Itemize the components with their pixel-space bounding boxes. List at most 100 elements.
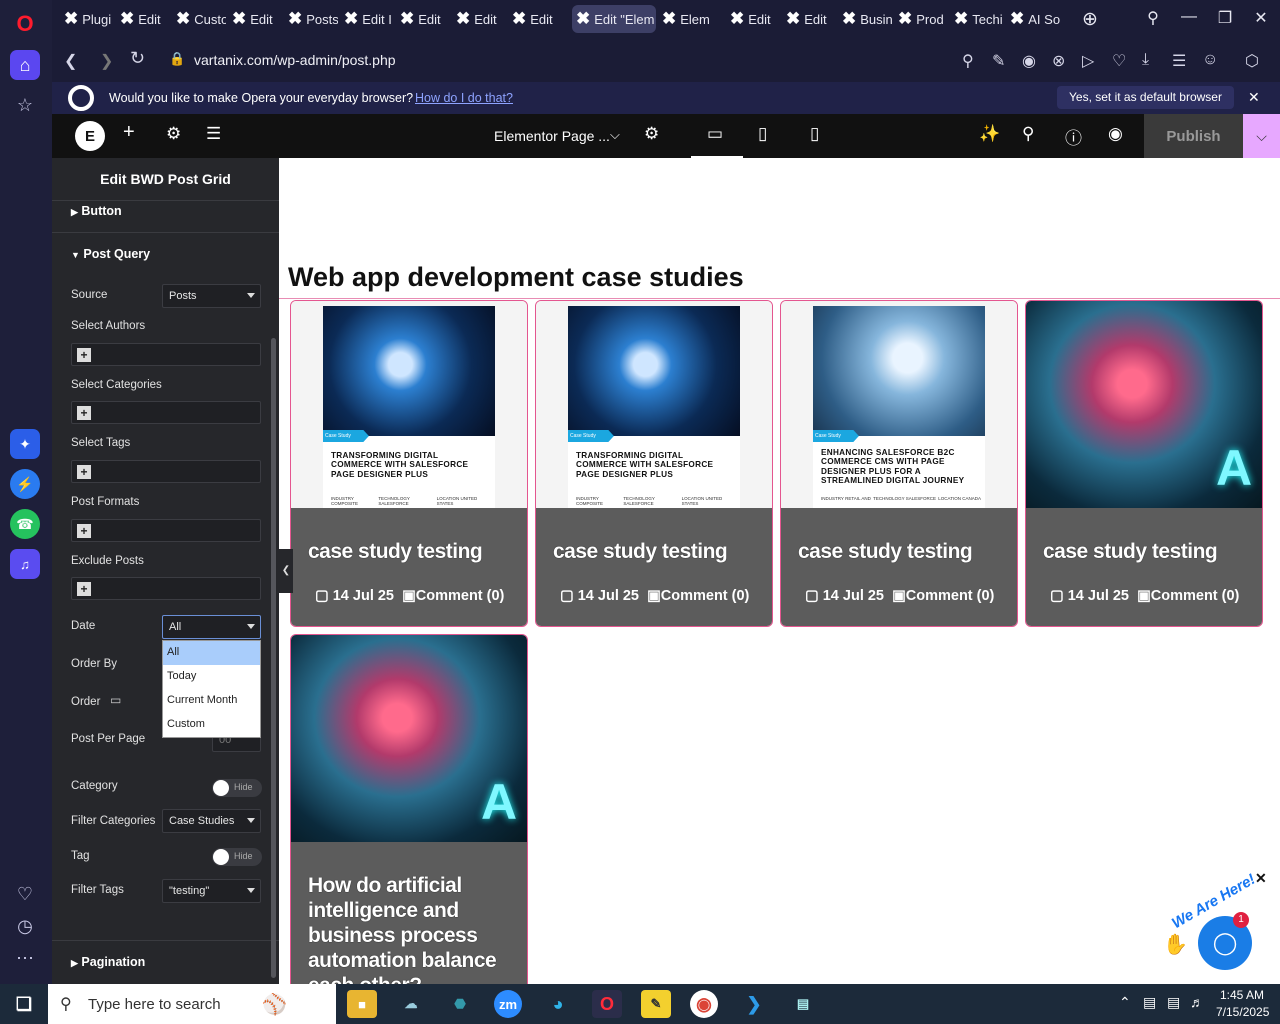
adblock-icon[interactable]: ⊗ [1052, 51, 1065, 71]
close-window-button[interactable]: ✕ [1246, 8, 1276, 28]
chevron-down-icon[interactable]: ⌵ [610, 127, 620, 143]
dismiss-icon[interactable]: ✕ [1248, 89, 1260, 106]
browser-tab[interactable]: ✖ Edit [396, 5, 450, 33]
browser-tab[interactable]: ✖ Edit [228, 5, 282, 33]
music-icon[interactable]: ♫ [10, 549, 40, 579]
browser-tab[interactable]: ✖ Edit I [340, 5, 394, 33]
post-comments[interactable]: Comment (0) [1151, 588, 1240, 604]
how-to-link[interactable]: How do I do that? [415, 91, 513, 105]
remote-icon[interactable]: ☁ [396, 990, 426, 1018]
profile-icon[interactable]: ☺ [1202, 51, 1218, 69]
taskbar-search-box[interactable]: ⚲ Type here to search ⚾ [48, 984, 336, 1024]
back-icon[interactable]: ❮ [64, 51, 77, 71]
file-explorer-icon[interactable]: ■ [347, 990, 377, 1018]
network-icon[interactable]: ▤ [1167, 994, 1180, 1011]
heart-icon[interactable]: ♡ [10, 879, 40, 909]
post-thumbnail[interactable]: A [291, 635, 527, 842]
section-post-query[interactable]: ▼ Post Query [71, 247, 150, 261]
zoom-icon[interactable]: zm [494, 990, 522, 1018]
extensions-icon[interactable]: ⬡ [1245, 51, 1259, 71]
post-card[interactable]: Case Study TRANSFORMING DIGITAL COMMERCE… [290, 300, 528, 627]
select-authors-input[interactable]: + [71, 343, 261, 366]
post-comments[interactable]: Comment (0) [906, 588, 995, 604]
collapse-panel-handle[interactable]: ❮ [279, 549, 293, 593]
favorite-icon[interactable]: ♡ [1112, 51, 1126, 71]
date-option-current-month[interactable]: Current Month [163, 689, 260, 713]
browser-tab[interactable]: ✖ Elem [658, 5, 712, 33]
camera-icon[interactable]: ◉ [1022, 51, 1036, 71]
edge-icon[interactable]: ◕ [543, 990, 573, 1018]
post-thumbnail[interactable]: Case Study TRANSFORMING DIGITAL COMMERCE… [536, 301, 772, 508]
date-dropdown[interactable]: All Today Current Month Custom [162, 640, 261, 738]
site-settings-icon[interactable]: ⚙ [166, 124, 181, 144]
whatsapp-icon[interactable]: ☎ [10, 509, 40, 539]
post-card[interactable]: Case Study ENHANCING SALESFORCE B2C COMM… [780, 300, 1018, 627]
search-icon[interactable]: ⚲ [1022, 124, 1034, 144]
windows-start-icon[interactable]: ❏ [9, 990, 39, 1018]
home-icon[interactable]: ⌂ [10, 50, 40, 80]
section-pagination[interactable]: ▶ Pagination [71, 955, 145, 969]
date-option-today[interactable]: Today [163, 665, 260, 689]
add-element-icon[interactable]: + [123, 121, 135, 144]
browser-tab[interactable]: ✖ Plugi [60, 5, 114, 33]
set-default-button[interactable]: Yes, set it as default browser [1057, 86, 1234, 109]
panel-scrollbar[interactable] [271, 338, 276, 978]
responsive-desktop-icon[interactable]: ▭ [110, 693, 121, 707]
tablet-icon[interactable]: ▯ [758, 124, 767, 144]
browser-tab[interactable]: ✖ Edit [508, 5, 562, 33]
new-tab-button[interactable]: ⊕ [1075, 8, 1105, 31]
post-comments[interactable]: Comment (0) [661, 588, 750, 604]
clock-time[interactable]: 1:45 AM [1220, 988, 1264, 1002]
notifications-icon[interactable]: ✨ [979, 124, 1000, 144]
browser-tab[interactable]: ✖ Prod [894, 5, 948, 33]
source-select[interactable]: Posts [162, 284, 261, 308]
mobile-icon[interactable]: ▯ [810, 124, 819, 144]
minimize-button[interactable]: — [1174, 8, 1204, 26]
url-field[interactable]: vartanix.com/wp-admin/post.php [194, 52, 396, 68]
opera-taskbar-icon[interactable]: O [592, 990, 622, 1018]
notepad-icon[interactable]: ▤ [788, 990, 818, 1018]
select-tags-input[interactable]: + [71, 460, 261, 483]
post-thumbnail[interactable]: Case Study ENHANCING SALESFORCE B2C COMM… [781, 301, 1017, 508]
search-tabs-icon[interactable]: ⚲ [1138, 8, 1168, 28]
post-comments[interactable]: Comment (0) [416, 588, 505, 604]
browser-tab[interactable]: ✖ Techi [950, 5, 1004, 33]
easy-setup-icon[interactable]: ☰ [1172, 51, 1186, 71]
find-icon[interactable]: ⚲ [962, 51, 974, 71]
page-settings-icon[interactable]: ⚙ [644, 124, 659, 144]
date-option-all[interactable]: All [163, 641, 260, 665]
post-formats-input[interactable]: + [71, 519, 261, 542]
browser-tab[interactable]: ✖ Edit [726, 5, 780, 33]
help-icon[interactable]: ⓘ [1065, 124, 1082, 149]
sticky-notes-icon[interactable]: ✎ [641, 990, 671, 1018]
date-select[interactable]: All [162, 615, 261, 639]
post-card[interactable]: A case study testing ▢ 14 Jul 25 ▣Commen… [1025, 300, 1263, 627]
history-icon[interactable]: ◷ [10, 911, 40, 941]
post-title[interactable]: case study testing [308, 540, 483, 564]
volume-icon[interactable]: ♬ [1190, 994, 1204, 1010]
post-card[interactable]: Case Study TRANSFORMING DIGITAL COMMERCE… [535, 300, 773, 627]
browser-tab[interactable]: ✖ Custo [172, 5, 226, 33]
browser-tab[interactable]: ✖ Edit [452, 5, 506, 33]
page-menu[interactable]: Elementor Page ... [494, 128, 610, 144]
desktop-view-tab[interactable]: ▭ [691, 114, 743, 158]
tag-toggle[interactable]: Hide [212, 848, 262, 866]
publish-options-button[interactable]: ⌵ [1243, 114, 1280, 158]
browser-tab[interactable]: ✖ AI So [1006, 5, 1060, 33]
more-icon[interactable]: ⋯ [10, 943, 40, 973]
browser-tab[interactable]: ✖ Edit "Elem [572, 5, 656, 33]
browser-tab[interactable]: ✖ Posts [284, 5, 338, 33]
reload-icon[interactable]: ↻ [130, 48, 145, 69]
post-thumbnail[interactable]: A [1026, 301, 1262, 508]
category-toggle[interactable]: Hide [212, 779, 262, 797]
filter-tags-select[interactable]: "testing" [162, 879, 261, 903]
post-title[interactable]: How do artificial intelligence and busin… [308, 873, 508, 993]
chrome-icon[interactable]: ◉ [690, 990, 718, 1018]
publish-button[interactable]: Publish [1144, 114, 1243, 158]
messenger-icon[interactable]: ⚡ [10, 469, 40, 499]
forward-icon[interactable]: ❯ [100, 51, 113, 71]
preview-icon[interactable]: ◉ [1108, 124, 1123, 144]
download-icon[interactable]: ⤓ [1142, 51, 1149, 69]
restore-button[interactable]: ❐ [1210, 8, 1240, 28]
filter-categories-select[interactable]: Case Studies [162, 809, 261, 833]
